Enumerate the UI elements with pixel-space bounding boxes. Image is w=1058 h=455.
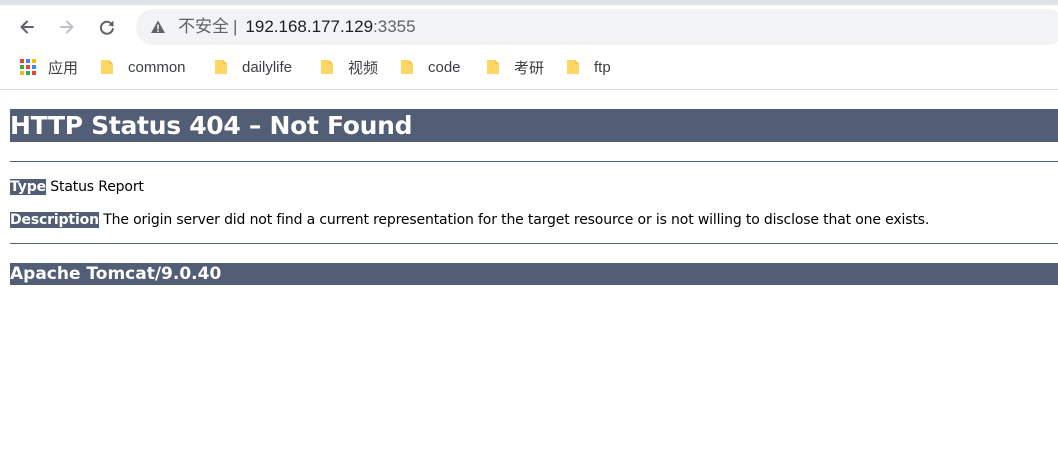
address-text[interactable]: 不安全 | 192.168.177.129:3355	[178, 9, 416, 45]
description-value: The origin server did not find a current…	[98, 212, 930, 228]
bookmark-kaoyan[interactable]: 考研	[486, 52, 544, 82]
description-label: Description	[10, 212, 99, 228]
reload-icon	[99, 20, 114, 35]
folder-icon	[401, 60, 413, 74]
description-line: Description The origin server did not fi…	[10, 211, 929, 229]
forward-arrow-icon	[60, 20, 74, 34]
bookmark-code[interactable]: code	[400, 52, 461, 82]
bookmark-label: code	[428, 58, 461, 76]
apps-grid-icon	[20, 59, 36, 75]
address-bar[interactable]: 不安全 | 192.168.177.129:3355	[136, 9, 1058, 45]
security-label: 不安全	[178, 17, 229, 36]
folder-icon	[321, 60, 333, 74]
bookmark-common[interactable]: common	[100, 52, 186, 82]
bookmark-ftp[interactable]: ftp	[566, 52, 611, 82]
bookmark-dailylife[interactable]: dailylife	[214, 52, 292, 82]
error-title: HTTP Status 404 – Not Found	[10, 109, 1058, 142]
bookmark-label: 考研	[514, 59, 545, 77]
bookmark-videos[interactable]: 视频	[320, 52, 378, 82]
folder-icon	[215, 60, 227, 74]
type-label: Type	[10, 179, 46, 195]
bookmarks-bar: 应用 common dailylife 视频 code 考研 ftp	[0, 52, 1058, 82]
tab-strip-edge	[0, 0, 1058, 5]
url-host: 192.168.177.129	[245, 17, 374, 36]
reload-button[interactable]	[92, 12, 122, 42]
back-button[interactable]	[12, 12, 42, 42]
address-separator: |	[233, 17, 238, 36]
type-value: Status Report	[45, 179, 144, 195]
bookmark-label: ftp	[594, 58, 611, 76]
type-line: Type Status Report	[10, 178, 144, 196]
bookmark-apps[interactable]: 应用	[20, 52, 78, 82]
browser-toolbar: 不安全 | 192.168.177.129:3355 应用 common daily…	[0, 0, 1058, 90]
divider	[10, 161, 1058, 162]
bookmark-label: 视频	[348, 59, 379, 77]
forward-button[interactable]	[52, 12, 82, 42]
folder-icon	[487, 60, 499, 74]
folder-icon	[567, 60, 579, 74]
bookmark-label: common	[128, 58, 186, 76]
url-port: :3355	[373, 17, 416, 36]
bookmark-label: dailylife	[242, 58, 293, 76]
back-arrow-icon	[20, 20, 34, 34]
divider	[10, 243, 1058, 244]
warning-triangle-icon[interactable]	[150, 19, 166, 35]
server-info: Apache Tomcat/9.0.40	[10, 263, 1058, 285]
bookmark-label: 应用	[48, 59, 79, 77]
folder-icon	[101, 60, 113, 74]
